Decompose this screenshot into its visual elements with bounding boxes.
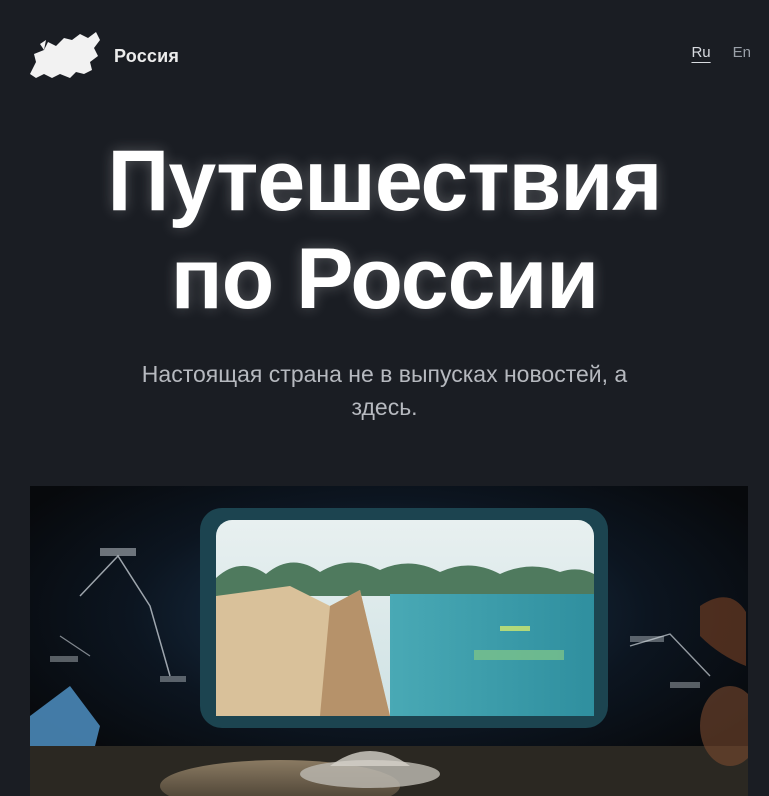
russia-map-icon — [30, 32, 100, 78]
hero-title-line-1: Путешествия — [107, 133, 663, 229]
train-window-illustration — [30, 486, 748, 796]
lang-ru-link[interactable]: Ru — [689, 42, 712, 63]
hero-title-line-2: по России — [170, 231, 599, 327]
page: Россия Ru En Путешествия по России Насто… — [0, 0, 769, 796]
site-header: Россия Ru En — [0, 0, 769, 120]
hero-title: Путешествия по России — [0, 132, 769, 328]
logo-text: Россия — [114, 45, 180, 66]
language-switcher: Ru En — [689, 42, 753, 63]
hero-subtitle: Настоящая страна не в выпусках новостей,… — [141, 361, 628, 420]
hero-image — [30, 486, 748, 796]
lang-en-link[interactable]: En — [731, 42, 753, 63]
logo-link[interactable]: Россия — [26, 28, 179, 84]
